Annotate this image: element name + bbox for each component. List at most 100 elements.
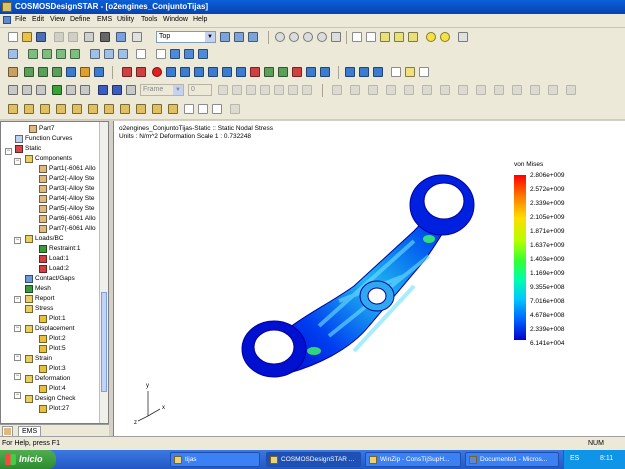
- result-tool-11-icon[interactable]: [306, 67, 316, 77]
- define-tool-6-icon[interactable]: [90, 49, 100, 59]
- menu-utility[interactable]: Utility: [117, 16, 134, 23]
- language-indicator[interactable]: ES: [570, 455, 579, 462]
- sketch-tool-10-icon[interactable]: [494, 85, 504, 95]
- result-tool-3-icon[interactable]: [194, 67, 204, 77]
- frame-value-field[interactable]: 0: [188, 84, 212, 96]
- pan-icon[interactable]: [331, 32, 341, 42]
- frame-tool-5-icon[interactable]: [274, 85, 284, 95]
- display-mode-5-icon[interactable]: [408, 32, 418, 42]
- graphics-area[interactable]: o2engines_ConjuntoTijas-Static :: Static…: [113, 121, 625, 436]
- define-tool-8-icon[interactable]: [118, 49, 128, 59]
- analysis-tool-7-icon[interactable]: [94, 67, 104, 77]
- check-icon[interactable]: [198, 104, 208, 114]
- menu-help[interactable]: Help: [193, 16, 207, 23]
- taskbar-button-tijas[interactable]: tijas: [170, 452, 260, 467]
- play-icon[interactable]: [52, 85, 62, 95]
- sketch-tool-5-icon[interactable]: [404, 85, 414, 95]
- feature-tool-7-icon[interactable]: [104, 104, 114, 114]
- expand-toggle[interactable]: −: [14, 354, 21, 361]
- geometry-tool-1-icon[interactable]: [170, 49, 180, 59]
- text-tool-icon[interactable]: [136, 49, 146, 59]
- feature-tool-9-icon[interactable]: [136, 104, 146, 114]
- sketch-tool-6-icon[interactable]: [422, 85, 432, 95]
- iso-tool-icon[interactable]: [373, 67, 383, 77]
- feature-tool-5-icon[interactable]: [72, 104, 82, 114]
- expand-toggle[interactable]: −: [14, 158, 21, 165]
- result-tool-8-icon[interactable]: [264, 67, 274, 77]
- sketch-tool-13-icon[interactable]: [548, 85, 558, 95]
- feature-tool-10-icon[interactable]: [152, 104, 162, 114]
- define-tool-1-icon[interactable]: [8, 49, 18, 59]
- frame-tool-2-icon[interactable]: [232, 85, 242, 95]
- view-orientation-select[interactable]: Top ▼: [156, 31, 216, 43]
- settings-tool-icon[interactable]: [419, 67, 429, 77]
- feature-tool-1-icon[interactable]: [8, 104, 18, 114]
- result-tool-12-icon[interactable]: [320, 67, 330, 77]
- taskbar-button-winzip[interactable]: WinZip - ConsTijSupH...: [365, 452, 461, 467]
- copy-icon[interactable]: [68, 32, 78, 42]
- sketch-tool-3-icon[interactable]: [368, 85, 378, 95]
- feature-tool-8-icon[interactable]: [120, 104, 130, 114]
- annotate-tool-icon[interactable]: [391, 67, 401, 77]
- feature-tool-6-icon[interactable]: [88, 104, 98, 114]
- define-tool-4-icon[interactable]: [56, 49, 66, 59]
- new-file-icon[interactable]: [8, 32, 18, 42]
- define-tool-3-icon[interactable]: [42, 49, 52, 59]
- result-tool-10-icon[interactable]: [292, 67, 302, 77]
- result-tool-2-icon[interactable]: [180, 67, 190, 77]
- step-up-icon[interactable]: [98, 85, 108, 95]
- frame-tool-4-icon[interactable]: [260, 85, 270, 95]
- expand-toggle[interactable]: −: [5, 148, 12, 155]
- menu-define[interactable]: Define: [70, 16, 90, 23]
- analysis-tool-1-icon[interactable]: [8, 67, 18, 77]
- menu-window[interactable]: Window: [163, 16, 188, 23]
- sketch-tool-7-icon[interactable]: [440, 85, 450, 95]
- define-tool-7-icon[interactable]: [104, 49, 114, 59]
- frame-select[interactable]: Frame ▼: [140, 84, 184, 96]
- menu-file[interactable]: File: [15, 16, 26, 23]
- geometry-tool-2-icon[interactable]: [184, 49, 194, 59]
- tree-scrollbar[interactable]: [99, 122, 108, 423]
- result-tool-5-icon[interactable]: [222, 67, 232, 77]
- menu-ems[interactable]: EMS: [97, 16, 112, 23]
- result-tool-9-icon[interactable]: [278, 67, 288, 77]
- display-mode-1-icon[interactable]: [352, 32, 362, 42]
- expand-toggle[interactable]: −: [14, 325, 21, 332]
- clock[interactable]: 8:11: [600, 455, 613, 462]
- lightbulb-2-icon[interactable]: [440, 32, 450, 42]
- help-icon[interactable]: [116, 32, 126, 42]
- expand-toggle[interactable]: −: [14, 373, 21, 380]
- display-mode-4-icon[interactable]: [394, 32, 404, 42]
- feature-tool-3-icon[interactable]: [40, 104, 50, 114]
- cut-icon[interactable]: [54, 32, 64, 42]
- feature-tool-2-icon[interactable]: [24, 104, 34, 114]
- animation-next-icon[interactable]: [66, 85, 76, 95]
- speed-icon[interactable]: [126, 85, 136, 95]
- frame-tool-6-icon[interactable]: [288, 85, 298, 95]
- menu-view[interactable]: View: [50, 16, 65, 23]
- chevron-down-icon[interactable]: ▼: [205, 32, 215, 42]
- sketch-tool-14-icon[interactable]: [566, 85, 576, 95]
- sketch-tool-11-icon[interactable]: [512, 85, 522, 95]
- result-tool-1-icon[interactable]: [166, 67, 176, 77]
- label-tool-icon[interactable]: [405, 67, 415, 77]
- sketch-tool-4-icon[interactable]: [386, 85, 396, 95]
- sketch-tool-2-icon[interactable]: [350, 85, 360, 95]
- sketch-icon[interactable]: [184, 104, 194, 114]
- animation-prev-icon[interactable]: [22, 85, 32, 95]
- analysis-tool-4-icon[interactable]: [52, 67, 62, 77]
- load-tool-1-icon[interactable]: [122, 67, 132, 77]
- section-tool-icon[interactable]: [359, 67, 369, 77]
- run-icon[interactable]: [152, 67, 162, 77]
- animation-first-icon[interactable]: [8, 85, 18, 95]
- load-tool-2-icon[interactable]: [136, 67, 146, 77]
- whats-this-icon[interactable]: [132, 32, 142, 42]
- taskbar-button-word[interactable]: Documento1 - Micros...: [465, 452, 559, 467]
- sketch-tool-9-icon[interactable]: [476, 85, 486, 95]
- result-tool-7-icon[interactable]: [250, 67, 260, 77]
- expand-toggle[interactable]: −: [14, 237, 21, 244]
- menu-edit[interactable]: Edit: [32, 16, 44, 23]
- feature-tool-4-icon[interactable]: [56, 104, 66, 114]
- rotate-view-icon[interactable]: [317, 32, 327, 42]
- view-tool-3-icon[interactable]: [248, 32, 258, 42]
